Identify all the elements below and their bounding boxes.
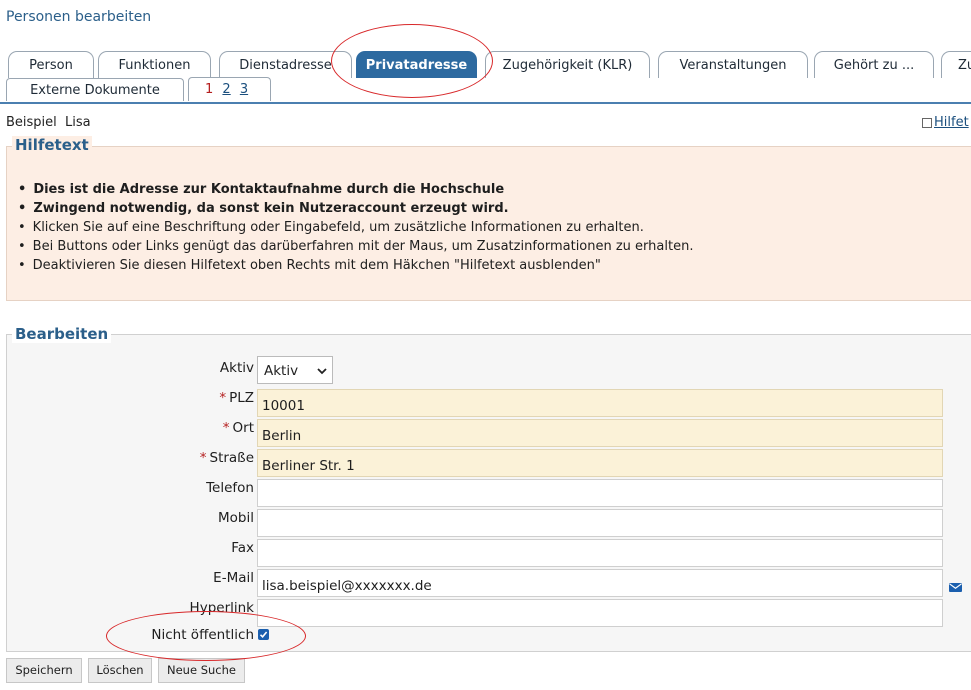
help-item: Zwingend notwendig, da sonst kein Nutzer… [14, 199, 693, 218]
tab-gehoert-zu[interactable]: Gehört zu ... [814, 51, 934, 78]
edit-legend: Bearbeiten [12, 325, 112, 343]
hyperlink-input[interactable] [257, 599, 943, 627]
ort-input[interactable] [257, 419, 943, 447]
help-legend: Hilfetext [12, 136, 92, 154]
email-label: E-Mail [213, 570, 254, 586]
plz-label: * PLZ [219, 390, 254, 406]
fax-input[interactable] [257, 539, 943, 567]
strasse-label-text: Straße [209, 450, 255, 466]
tab-person[interactable]: Person [8, 51, 94, 78]
aktiv-select-value: Aktiv [264, 363, 299, 379]
pager-page-2[interactable]: 2 [222, 82, 230, 97]
plz-input[interactable] [257, 389, 943, 417]
required-marker: * [222, 420, 230, 436]
help-item: Dies ist die Adresse zur Kontaktaufnahme… [14, 180, 693, 199]
tab-zu-truncated[interactable]: Zu [941, 51, 971, 78]
checkmark-icon [259, 631, 268, 638]
aktiv-label: Aktiv [219, 360, 254, 376]
plz-label-text: PLZ [229, 390, 254, 406]
help-item: Deaktivieren Sie diesen Hilfetext oben R… [14, 256, 693, 275]
tab-dienstadresse[interactable]: Dienstadresse [219, 51, 352, 78]
mobil-input[interactable] [257, 509, 943, 537]
tab-veranstaltungen[interactable]: Veranstaltungen [658, 51, 808, 78]
ort-label-text: Ort [232, 420, 254, 436]
help-item: Bei Buttons oder Links genügt das darübe… [14, 237, 694, 256]
help-item: Klicken Sie auf eine Beschriftung oder E… [14, 218, 693, 237]
help-list: Dies ist die Adresse zur Kontaktaufnahme… [14, 180, 694, 275]
tab-privatadresse[interactable]: Privatadresse [356, 51, 477, 78]
tab-zugehoerigkeit[interactable]: Zugehörigkeit (KLR) [485, 51, 650, 78]
delete-button[interactable]: Löschen [88, 658, 152, 683]
tab-externe-dokumente[interactable]: Externe Dokumente [6, 78, 184, 101]
new-search-button[interactable]: Neue Suche [158, 658, 245, 683]
required-marker: * [199, 450, 207, 466]
telefon-input[interactable] [257, 479, 943, 507]
strasse-input[interactable] [257, 449, 943, 477]
mobil-label: Mobil [218, 510, 254, 526]
telefon-label: Telefon [206, 480, 254, 496]
save-button[interactable]: Speichern [6, 658, 82, 683]
email-input[interactable] [257, 569, 943, 597]
tab-divider [0, 102, 971, 104]
tab-pager: 1 2 3 [188, 77, 271, 101]
required-marker: * [219, 390, 227, 406]
strasse-label: * Straße [200, 450, 254, 466]
nicht-oeffentlich-label: Nicht öffentlich [151, 627, 254, 643]
pager-page-3[interactable]: 3 [240, 82, 248, 97]
ort-label: * Ort [223, 420, 254, 436]
help-toggle[interactable]: Hilfet [922, 115, 969, 130]
mail-icon[interactable] [949, 577, 962, 592]
fax-label: Fax [231, 540, 254, 556]
page-title: Personen bearbeiten [6, 9, 152, 25]
tab-funktionen[interactable]: Funktionen [98, 51, 211, 78]
nicht-oeffentlich-checkbox[interactable] [258, 629, 269, 640]
help-toggle-checkbox[interactable] [922, 117, 932, 128]
pager-current-page: 1 [205, 82, 214, 97]
person-name: Beispiel Lisa [6, 115, 91, 130]
aktiv-select[interactable]: Aktiv [257, 356, 333, 384]
help-toggle-label[interactable]: Hilfet [934, 115, 969, 130]
hyperlink-label: Hyperlink [189, 600, 254, 616]
